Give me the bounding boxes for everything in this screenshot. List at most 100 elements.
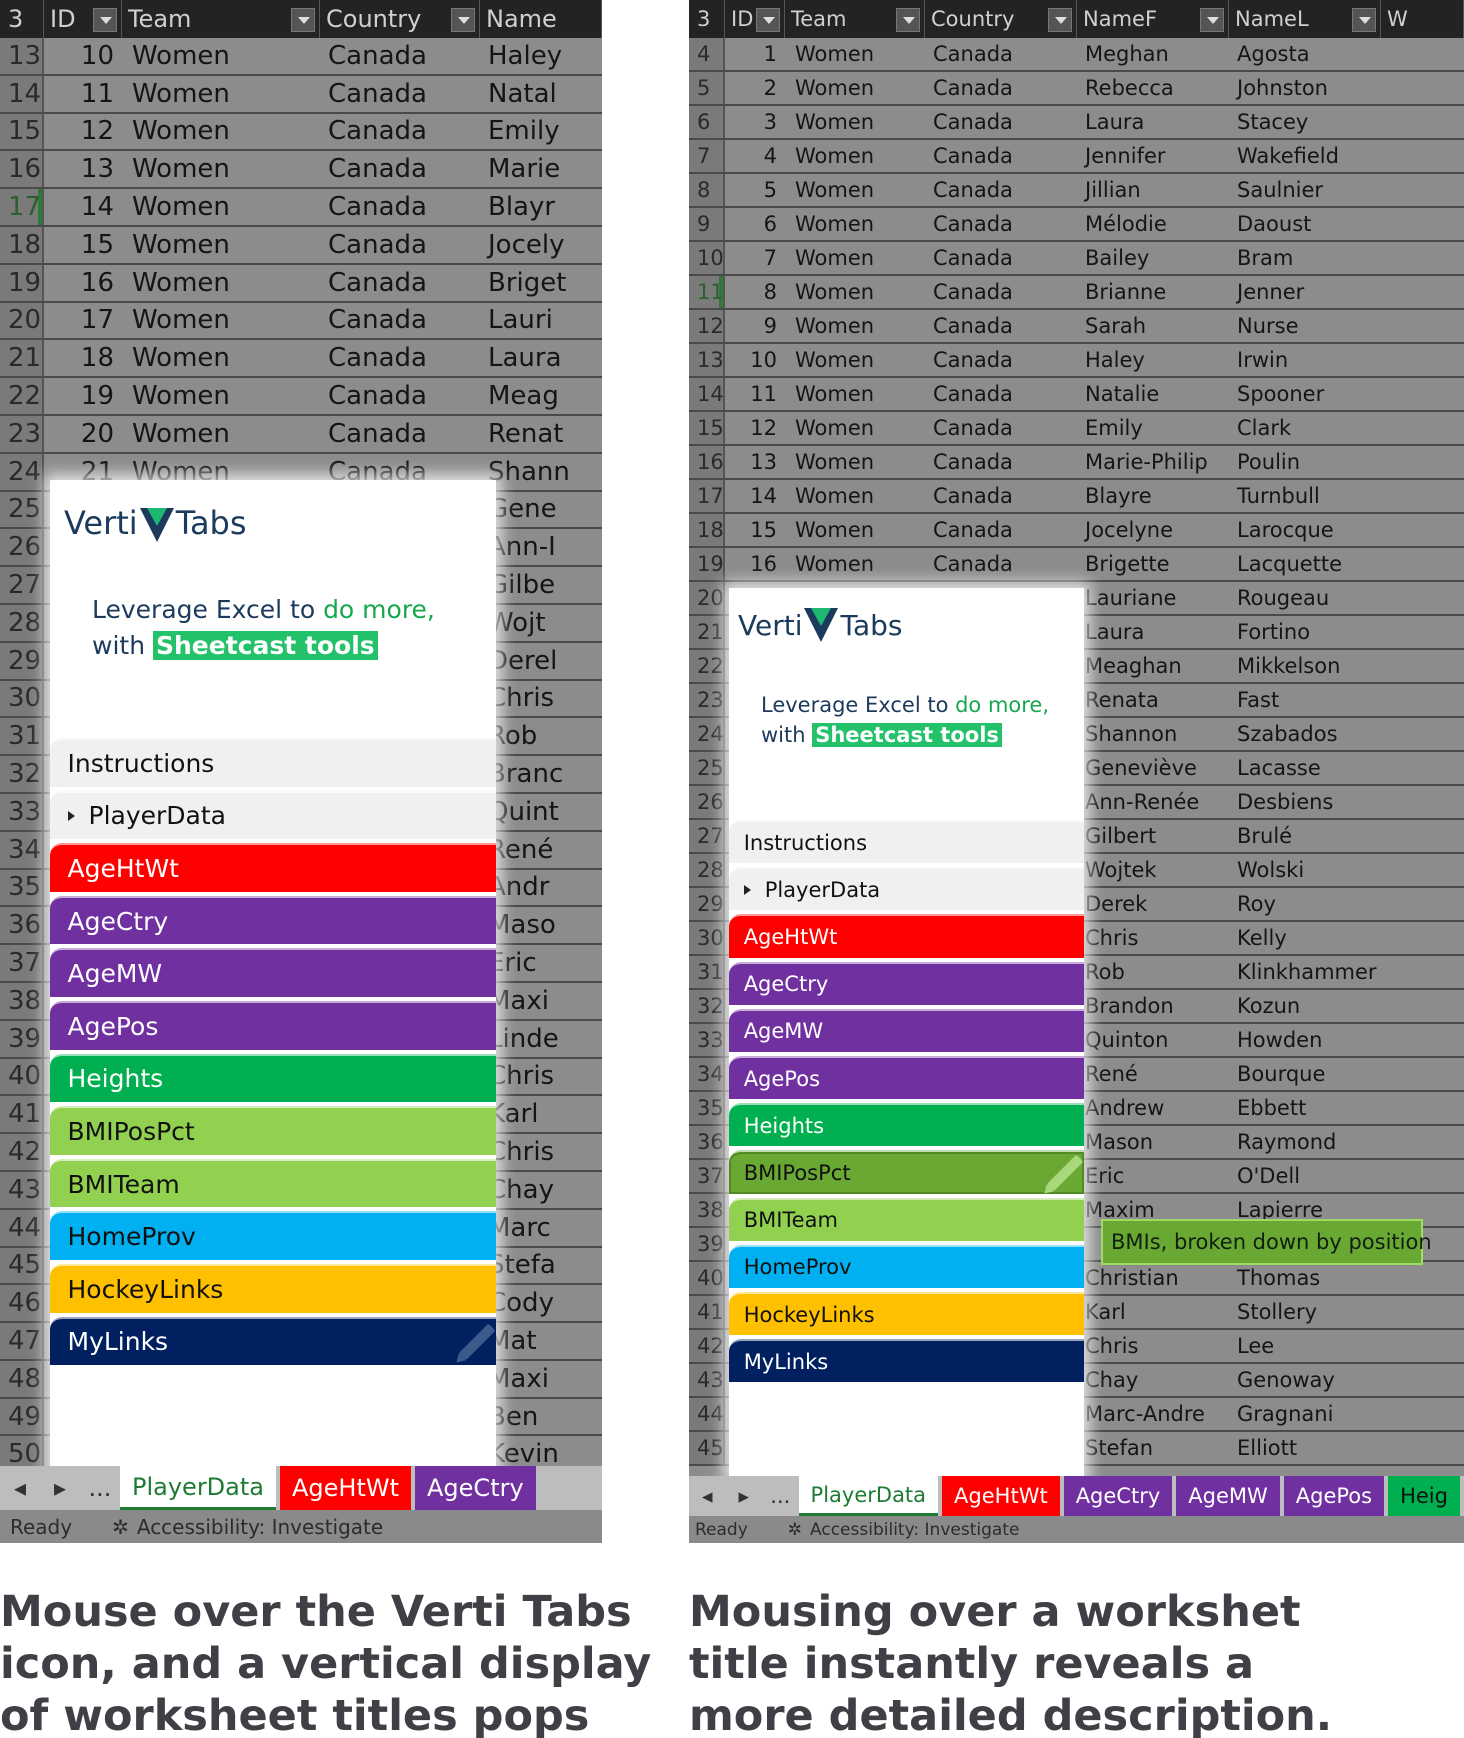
cell-last[interactable]: Kozun <box>1229 990 1381 1022</box>
cell-country[interactable]: Canada <box>320 378 480 414</box>
vtab-playerdata[interactable]: PlayerData <box>729 867 1084 911</box>
column-header[interactable]: Name <box>480 0 602 38</box>
row-number[interactable]: 30 <box>689 922 725 954</box>
sort-filter-icon[interactable] <box>291 8 315 32</box>
cell-last[interactable]: Stollery <box>1229 1296 1381 1328</box>
cell-team[interactable]: Women <box>785 72 925 104</box>
cell-team[interactable]: Women <box>785 106 925 138</box>
sheet-tab-agehtwt[interactable]: AgeHtWt <box>280 1466 412 1510</box>
row-number[interactable]: 12 <box>689 310 725 342</box>
sheet-tab-playerdata[interactable]: PlayerData <box>798 1476 939 1516</box>
cell-team[interactable]: Women <box>122 76 320 112</box>
pencil-icon[interactable] <box>458 1323 496 1361</box>
row-number[interactable]: 39 <box>689 1228 725 1260</box>
column-header[interactable]: Country <box>320 0 480 38</box>
row-number[interactable]: 44 <box>0 1209 44 1246</box>
cell-first[interactable]: Shannon <box>1077 718 1229 750</box>
row-number[interactable]: 18 <box>689 514 725 546</box>
cell-team[interactable]: Women <box>122 265 320 301</box>
row-number[interactable]: 28 <box>689 854 725 886</box>
cell-first[interactable]: Wojtek <box>1077 854 1229 886</box>
cell-first[interactable]: Bailey <box>1077 242 1229 274</box>
cell-team[interactable]: Women <box>785 548 925 580</box>
cell-first[interactable]: Chris <box>1077 922 1229 954</box>
cell-name[interactable]: Cody <box>480 1285 602 1321</box>
cell-team[interactable]: Women <box>785 514 925 546</box>
cell-last[interactable]: Wakefield <box>1229 140 1381 172</box>
column-header[interactable]: ID <box>725 0 785 38</box>
vtab-heights[interactable]: Heights <box>50 1053 496 1103</box>
cell-first[interactable]: Brandon <box>1077 990 1229 1022</box>
cell-first[interactable]: Chris <box>1077 1330 1229 1362</box>
cell-id[interactable]: 8 <box>725 276 785 308</box>
cell-last[interactable]: Johnston <box>1229 72 1381 104</box>
cell-name[interactable]: Renat <box>480 416 602 452</box>
cell-last[interactable]: Stacey <box>1229 106 1381 138</box>
cell-id[interactable]: 5 <box>725 174 785 206</box>
cell-id[interactable]: 11 <box>725 378 785 410</box>
cell-name[interactable]: Laura <box>480 340 602 376</box>
cell-team[interactable]: Women <box>122 114 320 150</box>
cell-first[interactable]: Haley <box>1077 344 1229 376</box>
cell-last[interactable]: Brulé <box>1229 820 1381 852</box>
cell-id[interactable]: 17 <box>44 303 122 339</box>
row-number[interactable]: 33 <box>0 793 44 830</box>
cell-name[interactable]: Ben <box>480 1399 602 1435</box>
cell-name[interactable]: Eric <box>480 945 602 981</box>
status-accessibility[interactable]: Accessibility: Investigate <box>810 1520 1019 1540</box>
table-row[interactable]: 17 14 Women Canada Blayre Turnbull <box>689 480 1464 514</box>
row-number[interactable]: 14 <box>689 378 725 410</box>
cell-first[interactable]: Ann-Renée <box>1077 786 1229 818</box>
cell-name[interactable]: Quint <box>480 794 602 830</box>
cell-id[interactable]: 3 <box>725 106 785 138</box>
table-row[interactable]: 15 12 Women Canada Emily <box>0 113 602 152</box>
cell-id[interactable]: 10 <box>725 344 785 376</box>
cell-country[interactable]: Canada <box>925 242 1077 274</box>
vtab-bmiteam[interactable]: BMITeam <box>729 1197 1084 1241</box>
cell-country[interactable]: Canada <box>320 76 480 112</box>
cell-name[interactable]: Haley <box>480 38 602 74</box>
cell-name[interactable]: René <box>480 832 602 868</box>
cell-country[interactable]: Canada <box>925 412 1077 444</box>
row-number[interactable]: 25 <box>689 752 725 784</box>
cell-country[interactable]: Canada <box>320 114 480 150</box>
row-number[interactable]: 35 <box>0 869 44 906</box>
cell-id[interactable]: 16 <box>44 265 122 301</box>
cell-last[interactable]: Thomas <box>1229 1262 1381 1294</box>
cell-country[interactable]: Canada <box>925 276 1077 308</box>
table-row[interactable]: 18 15 Women Canada Jocelyne Larocque <box>689 514 1464 548</box>
row-number[interactable]: 25 <box>0 491 44 528</box>
cell-last[interactable]: Szabados <box>1229 718 1381 750</box>
cell-id[interactable]: 7 <box>725 242 785 274</box>
cell-country[interactable]: Canada <box>925 480 1077 512</box>
filter-icon[interactable] <box>1352 8 1376 32</box>
row-number[interactable]: 29 <box>0 642 44 679</box>
vtab-instructions[interactable]: Instructions <box>50 738 496 787</box>
cell-last[interactable]: Irwin <box>1229 344 1381 376</box>
cell-last[interactable]: Raymond <box>1229 1126 1381 1158</box>
more-sheets-button[interactable]: ... <box>762 1476 799 1516</box>
row-number[interactable]: 45 <box>0 1247 44 1284</box>
row-number[interactable]: 40 <box>689 1262 725 1294</box>
cell-last[interactable]: Elliott <box>1229 1432 1381 1464</box>
table-row[interactable]: 23 20 Women Canada Renat <box>0 415 602 454</box>
cell-last[interactable]: O'Dell <box>1229 1160 1381 1192</box>
cell-name[interactable]: Gilbe <box>480 567 602 603</box>
sheetcast-tools-link[interactable]: Sheetcast tools <box>812 723 1002 748</box>
accessibility-icon[interactable]: ✲ <box>112 1515 129 1539</box>
cell-last[interactable]: Poulin <box>1229 446 1381 478</box>
row-number[interactable]: 42 <box>689 1330 725 1362</box>
row-number[interactable]: 41 <box>0 1096 44 1133</box>
cell-name[interactable]: Wojt <box>480 605 602 641</box>
cell-first[interactable]: Rebecca <box>1077 72 1229 104</box>
vtab-agectry[interactable]: AgeCtry <box>50 895 496 945</box>
row-number[interactable]: 22 <box>689 650 725 682</box>
row-number[interactable]: 32 <box>0 756 44 792</box>
cell-name[interactable]: Marc <box>480 1210 602 1246</box>
filter-icon[interactable] <box>756 8 780 32</box>
sort-filter-icon[interactable] <box>896 8 920 32</box>
cell-first[interactable]: Chay <box>1077 1364 1229 1396</box>
vtab-heights[interactable]: Heights <box>729 1103 1084 1147</box>
cell-last[interactable]: Clark <box>1229 412 1381 444</box>
row-number[interactable]: 38 <box>0 982 44 1019</box>
